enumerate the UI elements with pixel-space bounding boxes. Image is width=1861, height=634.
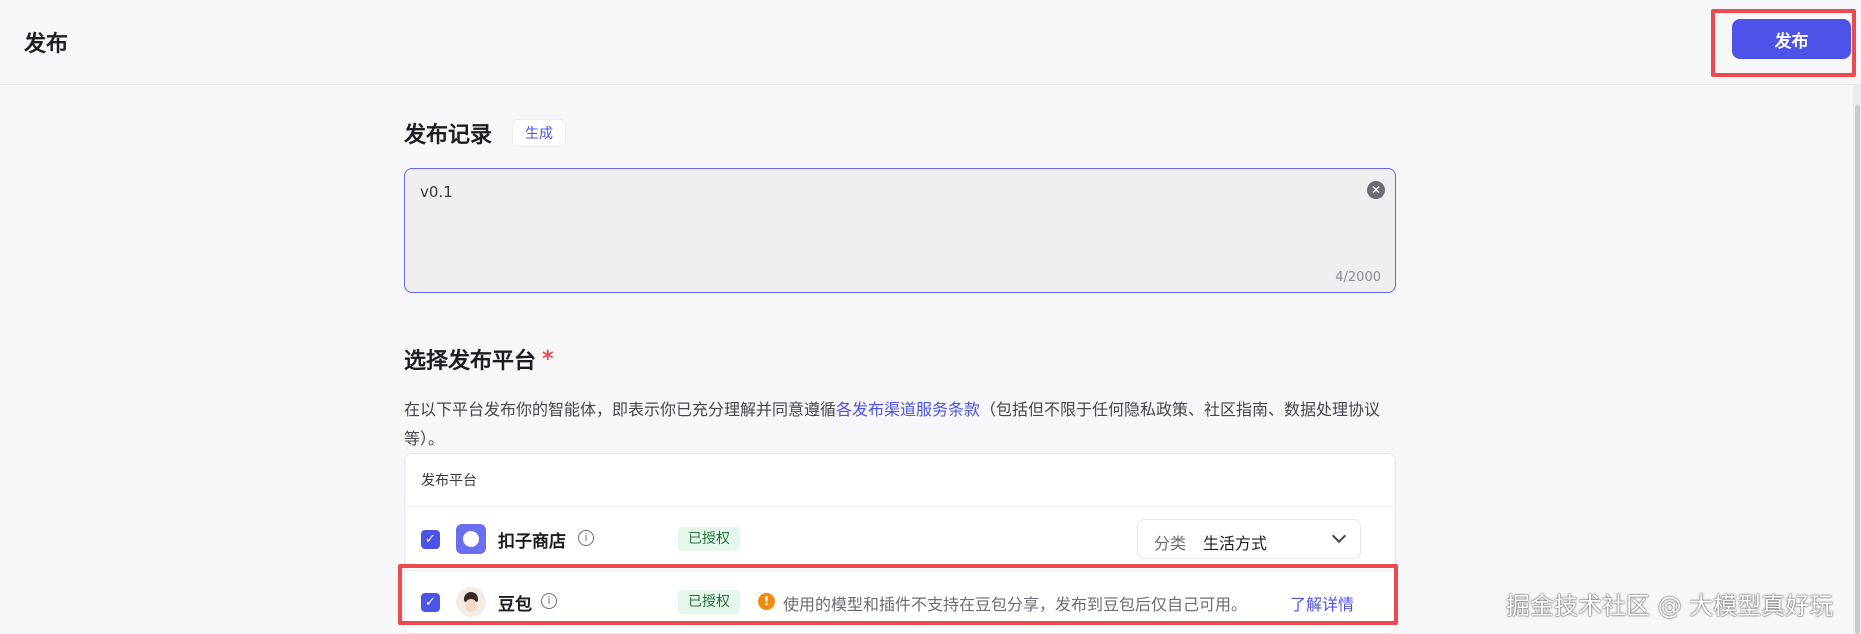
release-record-title: 发布记录	[404, 123, 493, 148]
chevron-down-icon[interactable]	[1331, 528, 1347, 544]
watermark: 掘金技术社区 @ 大模型真好玩	[1506, 592, 1834, 620]
required-mark: *	[542, 346, 554, 372]
platform-table: 发布平台 ✓ 扣子商店 i 已授权 分类 生活方式 ✓ 豆包 i 已授权 ! 使…	[404, 453, 1396, 634]
top-bar: 发布	[0, 0, 1861, 85]
platform-name: 扣子商店	[498, 532, 566, 552]
generate-button[interactable]: 生成	[512, 119, 567, 147]
kouzi-logo-icon	[456, 524, 486, 554]
info-icon[interactable]: i	[578, 530, 594, 546]
auth-status-badge: 已授权	[678, 590, 740, 614]
platform-row-kouzi-store: ✓ 扣子商店 i 已授权 分类 生活方式	[405, 508, 1395, 570]
category-select[interactable]: 分类 生活方式	[1137, 519, 1361, 559]
learn-more-link[interactable]: 了解详情	[1290, 591, 1354, 615]
desc-text-before: 在以下平台发布你的智能体，即表示你已充分理解并同意遵循	[404, 400, 837, 419]
platform-description: 在以下平台发布你的智能体，即表示你已充分理解并同意遵循各发布渠道服务条款（包括但…	[404, 395, 1396, 453]
auth-status-badge: 已授权	[678, 527, 740, 551]
checkbox-doubao[interactable]: ✓	[421, 593, 440, 612]
doubao-avatar-icon	[456, 587, 486, 617]
checkbox-kouzi-store[interactable]: ✓	[421, 530, 440, 549]
terms-link[interactable]: 各发布渠道服务条款	[836, 400, 980, 419]
publish-button[interactable]: 发布	[1732, 19, 1851, 59]
scrollbar-thumb[interactable]	[1855, 105, 1860, 634]
page-title: 发布	[24, 32, 69, 57]
close-circle-icon[interactable]: ✕	[1367, 181, 1385, 199]
char-counter: 4/2000	[1335, 270, 1381, 285]
divider	[405, 506, 1395, 507]
warning-icon: !	[758, 593, 775, 610]
category-label: 分类	[1154, 534, 1187, 553]
warning-text: 使用的模型和插件不支持在豆包分享，发布到豆包后仅自己可用。	[783, 595, 1248, 614]
table-header: 发布平台	[421, 473, 477, 489]
release-record-value[interactable]: v0.1	[420, 183, 453, 201]
platform-name: 豆包	[498, 595, 532, 615]
info-icon[interactable]: i	[541, 593, 557, 609]
category-value[interactable]: 生活方式	[1203, 530, 1267, 554]
release-record-textarea[interactable]: v0.1 ✕ 4/2000	[404, 168, 1396, 293]
platform-row-doubao: ✓ 豆包 i 已授权 ! 使用的模型和插件不支持在豆包分享，发布到豆包后仅自己可…	[405, 571, 1395, 633]
platform-section-header: 选择发布平台 *	[404, 343, 554, 375]
release-record-header: 发布记录 生成	[404, 117, 567, 149]
platform-section-title: 选择发布平台	[404, 349, 537, 374]
